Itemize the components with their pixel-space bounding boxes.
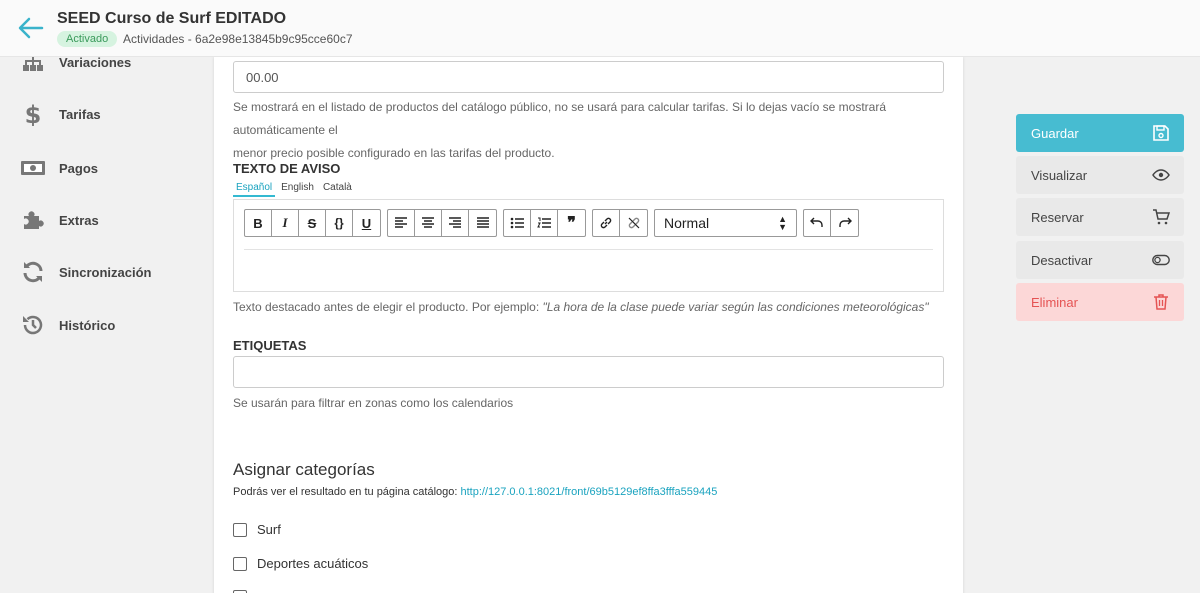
book-button[interactable]: Reservar — [1016, 198, 1184, 236]
align-left-icon[interactable] — [388, 210, 415, 236]
delete-button[interactable]: Eliminar — [1016, 283, 1184, 321]
notice-help-text: Texto destacado antes de elegir el produ… — [233, 296, 929, 319]
undo-icon[interactable] — [804, 210, 831, 236]
categories-subtitle: Podrás ver el resultado en tu página cat… — [233, 486, 717, 498]
save-label: Guardar — [1031, 125, 1079, 141]
category-checkbox-surf[interactable]: Surf — [233, 522, 281, 537]
catalog-price-input[interactable] — [233, 61, 944, 93]
list-group: ❞ — [503, 209, 586, 237]
page-title: SEED Curso de Surf EDITADO — [57, 10, 287, 27]
sidebar-item-pagos[interactable]: Pagos — [20, 153, 98, 183]
toggle-off-icon — [1152, 251, 1170, 269]
delete-label: Eliminar — [1031, 294, 1078, 310]
sync-icon — [20, 259, 46, 285]
unlink-icon[interactable] — [620, 210, 647, 236]
editor-divider — [244, 249, 933, 250]
text-style-group: B I S {} U — [244, 209, 381, 237]
bullet-list-icon[interactable] — [504, 210, 531, 236]
align-center-icon[interactable] — [415, 210, 442, 236]
categories-sub-text: Podrás ver el resultado en tu página cat… — [233, 486, 461, 498]
rich-text-editor[interactable]: B I S {} U ❞ Normal ▲ ▼ — [233, 199, 944, 292]
sidebar-item-label: Pagos — [59, 160, 99, 176]
category-checkbox-deportes-acuaticos[interactable]: Deportes acuáticos — [233, 556, 368, 571]
sidebar-item-label: Tarifas — [59, 106, 101, 122]
sidebar-item-tarifas[interactable]: $ Tarifas — [20, 99, 101, 129]
sidebar-item-sincronizacion[interactable]: Sincronización — [20, 257, 151, 287]
price-help-line-1: Se mostrará en el listado de productos d… — [233, 100, 887, 137]
numbered-list-icon[interactable] — [531, 210, 558, 236]
language-tabs: Español English Català — [233, 180, 358, 197]
save-icon — [1152, 124, 1170, 142]
notice-help: Texto destacado antes de elegir el produ… — [233, 300, 543, 314]
sidebar-item-extras[interactable]: Extras — [20, 205, 99, 235]
tags-input[interactable] — [233, 356, 944, 388]
code-icon[interactable]: {} — [326, 210, 353, 236]
link-icon[interactable] — [593, 210, 620, 236]
notice-example: "La hora de la clase puede variar según … — [542, 300, 929, 314]
catalog-link[interactable]: http://127.0.0.1:8021/front/69b5129ef8ff… — [460, 486, 717, 498]
editor-toolbar: B I S {} U ❞ Normal ▲ ▼ — [244, 209, 865, 237]
tags-label: ETIQUETAS — [233, 338, 307, 353]
cart-icon — [1152, 208, 1171, 226]
dollar-icon: $ — [20, 101, 46, 127]
category-label: Deportes acuáticos — [257, 556, 369, 571]
format-select-value: Normal — [664, 215, 710, 231]
sidebar: Variaciones $ Tarifas Pagos Extras Sincr… — [0, 0, 200, 593]
format-select[interactable]: Normal ▲ ▼ — [654, 209, 797, 237]
book-label: Reservar — [1031, 209, 1084, 225]
redo-icon[interactable] — [831, 210, 858, 236]
top-bar: SEED Curso de Surf EDITADO Activado Acti… — [0, 0, 1200, 57]
underline-icon[interactable]: U — [353, 210, 380, 236]
deactivate-label: Desactivar — [1031, 252, 1093, 268]
categories-title: Asignar categorías — [233, 460, 375, 479]
status-badge: Activado — [57, 31, 118, 47]
tab-english[interactable]: English — [278, 180, 317, 197]
product-form-card: Se mostrará en el listado de productos d… — [214, 57, 963, 593]
view-label: Visualizar — [1031, 167, 1088, 183]
tags-help: Se usarán para filtrar en zonas como los… — [233, 396, 514, 410]
price-help-text: Se mostrará en el listado de productos d… — [233, 96, 963, 165]
puzzle-icon — [20, 207, 46, 233]
sidebar-item-historico[interactable]: Histórico — [20, 310, 115, 340]
svg-text:$: $ — [25, 102, 42, 126]
sidebar-item-label: Sincronización — [59, 264, 152, 280]
save-button[interactable]: Guardar — [1016, 114, 1184, 152]
bold-icon[interactable]: B — [245, 210, 272, 236]
italic-icon[interactable]: I — [272, 210, 299, 236]
align-right-icon[interactable] — [442, 210, 469, 236]
checkbox[interactable] — [233, 522, 247, 537]
view-button[interactable]: Visualizar — [1016, 156, 1184, 194]
history-group — [803, 209, 859, 237]
trash-icon — [1152, 293, 1170, 311]
price-help-line-2: menor precio posible configurado en las … — [233, 146, 555, 160]
notice-label: TEXTO DE AVISO — [233, 161, 341, 176]
money-icon — [20, 155, 46, 181]
eye-icon — [1152, 166, 1170, 184]
select-arrows-icon: ▲ ▼ — [778, 214, 787, 232]
strikethrough-icon[interactable]: S — [299, 210, 326, 236]
tab-espanol[interactable]: Español — [233, 180, 276, 197]
checkbox[interactable] — [233, 556, 247, 571]
history-icon — [20, 312, 46, 338]
link-group — [592, 209, 648, 237]
alignment-group — [387, 209, 497, 237]
back-arrow-icon[interactable] — [16, 15, 44, 41]
sidebar-item-label: Extras — [59, 212, 99, 228]
category-label: Surf — [257, 522, 281, 537]
align-justify-icon[interactable] — [469, 210, 496, 236]
breadcrumb: Actividades - 6a2e98e13845b9c95cce60c7 — [123, 32, 353, 46]
sidebar-item-label: Histórico — [59, 317, 116, 333]
deactivate-button[interactable]: Desactivar — [1016, 241, 1184, 279]
quote-icon[interactable]: ❞ — [558, 210, 585, 236]
tab-catala[interactable]: Català — [320, 180, 355, 197]
